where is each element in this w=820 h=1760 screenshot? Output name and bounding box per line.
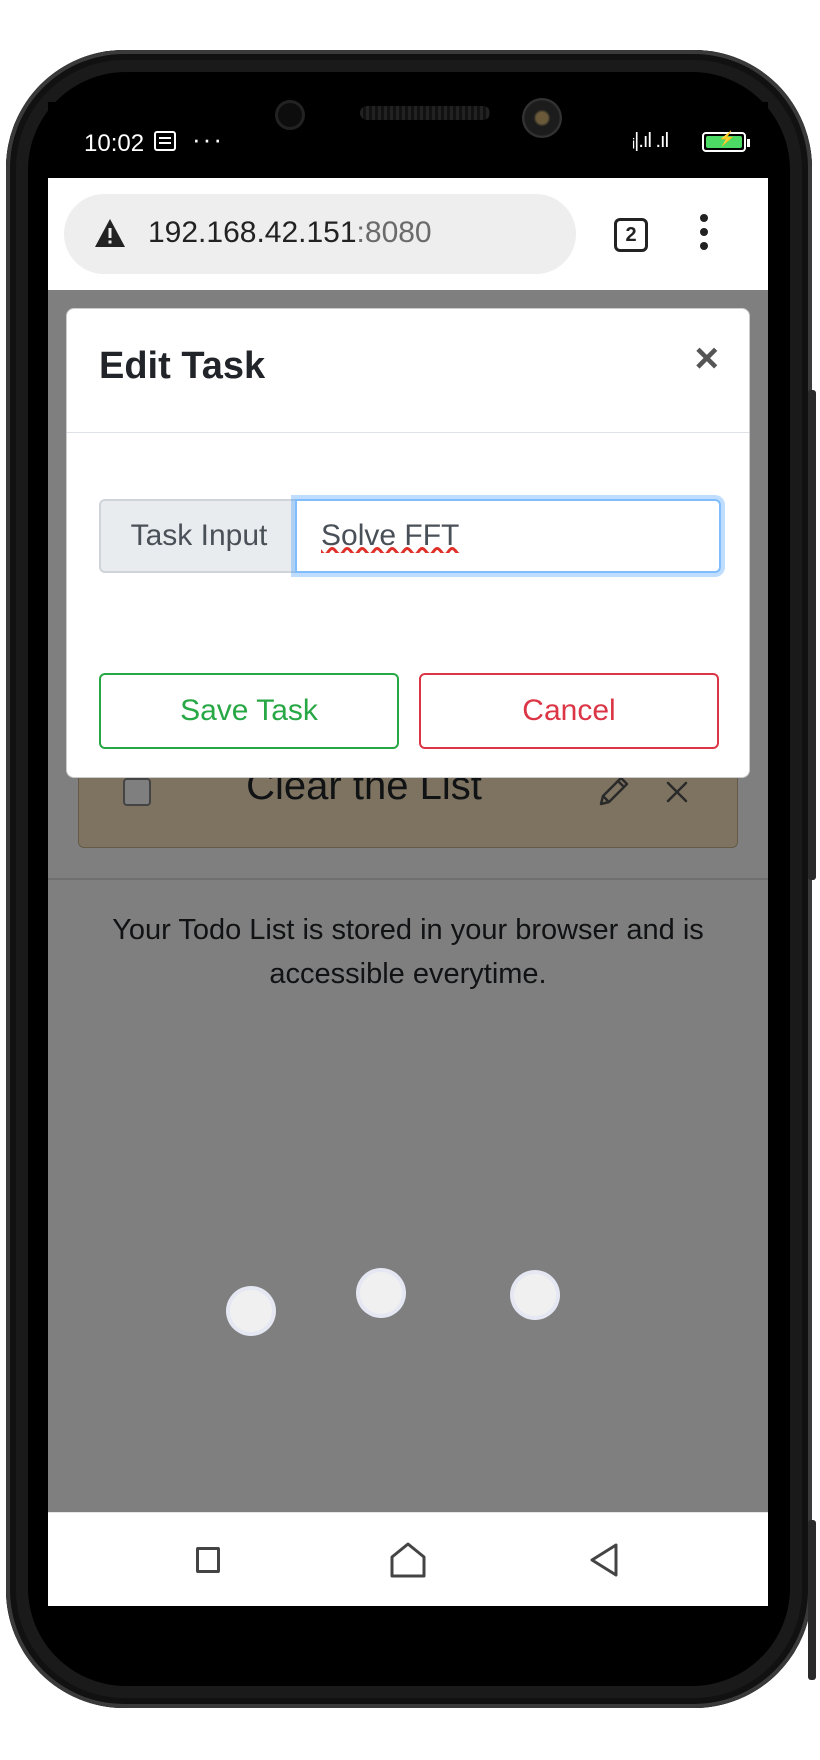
signal-icon: ᵢ|.ıl .ıl (632, 130, 669, 152)
page-content: Clear the List Your Todo List is stored … (48, 290, 768, 1512)
browser-menu-icon[interactable] (698, 214, 710, 254)
home-icon[interactable] (388, 1541, 428, 1579)
android-nav-bar (48, 1512, 768, 1606)
touch-indicator (360, 1272, 402, 1314)
more-notifications-icon: ··· (192, 124, 224, 154)
earpiece-speaker (360, 106, 490, 120)
url-text[interactable]: 192.168.42.151:8080 (148, 216, 432, 250)
modal-header: Edit Task × (67, 309, 749, 433)
phone-screen: 10:02 ··· ᵢ|.ıl .ıl ⚡ 192.168.42.151:808… (48, 102, 768, 1606)
camera-lens (522, 98, 562, 138)
tab-switcher-button[interactable]: 2 (614, 218, 648, 252)
battery-icon: ⚡ (702, 130, 750, 152)
close-icon[interactable]: × (694, 337, 719, 379)
front-camera (275, 100, 305, 130)
task-input[interactable] (295, 499, 721, 573)
recent-apps-icon[interactable] (196, 1547, 220, 1573)
back-icon[interactable] (588, 1541, 620, 1579)
save-task-button[interactable]: Save Task (99, 673, 399, 749)
message-icon (154, 131, 176, 151)
url-host: 192.168.42.151 (148, 216, 357, 249)
task-input-group: Task Input (99, 499, 721, 573)
power-button (808, 390, 816, 880)
status-time: 10:02 (84, 130, 145, 157)
url-port: :8080 (356, 216, 432, 249)
warning-icon[interactable] (94, 218, 126, 248)
edit-task-modal: Edit Task × Task Input Save Task Cancel (66, 308, 750, 778)
task-input-label: Task Input (99, 499, 297, 573)
display-notch (232, 72, 484, 172)
address-bar[interactable]: 192.168.42.151:8080 (64, 194, 576, 274)
touch-indicator (230, 1290, 272, 1332)
volume-button (808, 1520, 816, 1680)
touch-indicator (514, 1274, 556, 1316)
browser-toolbar: 192.168.42.151:8080 2 (48, 178, 768, 290)
modal-title: Edit Task (99, 345, 266, 387)
cancel-button[interactable]: Cancel (419, 673, 719, 749)
